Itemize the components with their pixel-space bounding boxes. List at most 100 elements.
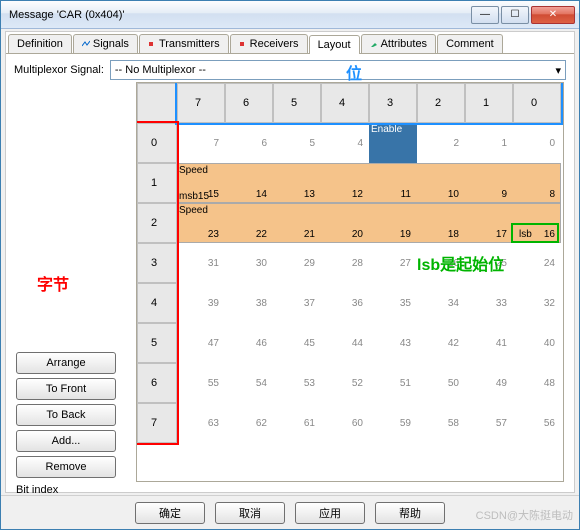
grid-cell[interactable]: 41 <box>465 323 513 363</box>
column-header: 2 <box>417 83 465 123</box>
cancel-button[interactable]: 取消 <box>215 502 285 524</box>
tab-attributes[interactable]: Attributes <box>361 34 436 53</box>
attributes-icon <box>370 40 378 48</box>
grid-cell[interactable]: 34 <box>417 283 465 323</box>
grid-cell[interactable]: 4 <box>321 123 369 163</box>
grid-cell[interactable]: 44 <box>321 323 369 363</box>
grid-cell[interactable]: 50 <box>417 363 465 403</box>
column-header: 3 <box>369 83 417 123</box>
grid-cell-value: 10 <box>417 189 465 200</box>
grid-cell[interactable]: 32 <box>513 283 561 323</box>
grid-cell[interactable]: 63 <box>177 403 225 443</box>
grid-cell[interactable]: 37 <box>273 283 321 323</box>
grid-cell[interactable]: 52 <box>321 363 369 403</box>
grid-cell[interactable]: 39 <box>177 283 225 323</box>
grid-cell[interactable]: 59 <box>369 403 417 443</box>
grid-cell[interactable]: 57 <box>465 403 513 443</box>
column-header: 5 <box>273 83 321 123</box>
column-header: 1 <box>465 83 513 123</box>
grid-cell[interactable]: 35 <box>369 283 417 323</box>
grid-cell[interactable]: 58 <box>417 403 465 443</box>
maximize-button[interactable]: ☐ <box>501 6 529 24</box>
multiplexor-label: Multiplexor Signal: <box>14 64 104 76</box>
grid-cell[interactable]: 27 <box>369 243 417 283</box>
grid-cell[interactable]: 29 <box>273 243 321 283</box>
grid-cell-value: 9 <box>465 189 513 200</box>
minimize-button[interactable]: — <box>471 6 499 24</box>
multiplexor-select[interactable]: -- No Multiplexor -- ▾ <box>110 60 566 80</box>
grid-cell[interactable]: 5 <box>273 123 321 163</box>
grid-cell[interactable]: 7 <box>177 123 225 163</box>
transmitter-icon <box>148 40 156 48</box>
column-header: 4 <box>321 83 369 123</box>
grid-cell-value: 22 <box>225 229 273 240</box>
grid-cell[interactable]: 46 <box>225 323 273 363</box>
grid-cell-value: 23 <box>177 229 225 240</box>
arrange-button[interactable]: Arrange <box>16 352 116 374</box>
grid-cell[interactable]: 48 <box>513 363 561 403</box>
grid-cell-value: 14 <box>225 189 273 200</box>
row-header: 4 <box>137 283 177 323</box>
grid-cell[interactable]: 51 <box>369 363 417 403</box>
grid-cell[interactable]: 0 <box>513 123 561 163</box>
grid-cell-value: 19 <box>369 229 417 240</box>
grid-cell-value: 21 <box>273 229 321 240</box>
layout-grid[interactable]: 7654321007654321011514131211109822322212… <box>137 83 563 481</box>
to-back-button[interactable]: To Back <box>16 404 116 426</box>
grid-cell[interactable]: 2 <box>417 123 465 163</box>
grid-cell[interactable]: 54 <box>225 363 273 403</box>
tab-receivers[interactable]: Receivers <box>230 34 308 53</box>
grid-cell[interactable]: 24 <box>513 243 561 283</box>
column-header: 0 <box>513 83 561 123</box>
grid-cell[interactable]: 43 <box>369 323 417 363</box>
ok-button[interactable]: 确定 <box>135 502 205 524</box>
tab-layout[interactable]: Layout <box>309 35 360 54</box>
grid-cell[interactable]: 6 <box>225 123 273 163</box>
tab-definition[interactable]: Definition <box>8 34 72 53</box>
grid-cell[interactable]: 26 <box>417 243 465 283</box>
help-button[interactable]: 帮助 <box>375 502 445 524</box>
grid-cell-value: 20 <box>321 229 369 240</box>
grid-cell[interactable]: 47 <box>177 323 225 363</box>
tab-comment[interactable]: Comment <box>437 34 503 53</box>
close-button[interactable]: ✕ <box>531 6 575 24</box>
row-header: 7 <box>137 403 177 443</box>
row-header: 6 <box>137 363 177 403</box>
signal-enable[interactable]: Enable <box>369 123 417 163</box>
tab-signals[interactable]: Signals <box>73 34 138 53</box>
grid-cell-value: 16 <box>513 229 561 240</box>
window-title: Message 'CAR (0x404)' <box>9 9 471 21</box>
grid-cell[interactable]: 53 <box>273 363 321 403</box>
row-header: 5 <box>137 323 177 363</box>
add-button[interactable]: Add... <box>16 430 116 452</box>
grid-cell-value: 11 <box>369 189 417 200</box>
grid-cell[interactable]: 62 <box>225 403 273 443</box>
grid-cell-value: 13 <box>273 189 321 200</box>
grid-cell[interactable]: 60 <box>321 403 369 443</box>
receiver-icon <box>239 40 247 48</box>
grid-cell[interactable]: 55 <box>177 363 225 403</box>
grid-cell[interactable]: 30 <box>225 243 273 283</box>
grid-cell[interactable]: 45 <box>273 323 321 363</box>
grid-cell[interactable]: 1 <box>465 123 513 163</box>
grid-cell[interactable]: 28 <box>321 243 369 283</box>
grid-cell[interactable]: 36 <box>321 283 369 323</box>
grid-cell[interactable]: 61 <box>273 403 321 443</box>
grid-cell[interactable]: 31 <box>177 243 225 283</box>
grid-cell[interactable]: 33 <box>465 283 513 323</box>
tab-transmitters[interactable]: Transmitters <box>139 34 229 53</box>
column-header: 6 <box>225 83 273 123</box>
grid-cell[interactable]: 25 <box>465 243 513 283</box>
grid-cell[interactable]: 56 <box>513 403 561 443</box>
grid-cell[interactable]: 49 <box>465 363 513 403</box>
grid-cell-value: 15 <box>177 189 225 200</box>
remove-button[interactable]: Remove <box>16 456 116 478</box>
apply-button[interactable]: 应用 <box>295 502 365 524</box>
watermark: CSDN@大陈挺电动 <box>476 507 573 523</box>
grid-cell[interactable]: 42 <box>417 323 465 363</box>
chevron-down-icon: ▾ <box>555 64 561 77</box>
grid-cell[interactable]: 40 <box>513 323 561 363</box>
to-front-button[interactable]: To Front <box>16 378 116 400</box>
grid-cell[interactable]: 38 <box>225 283 273 323</box>
row-header: 0 <box>137 123 177 163</box>
